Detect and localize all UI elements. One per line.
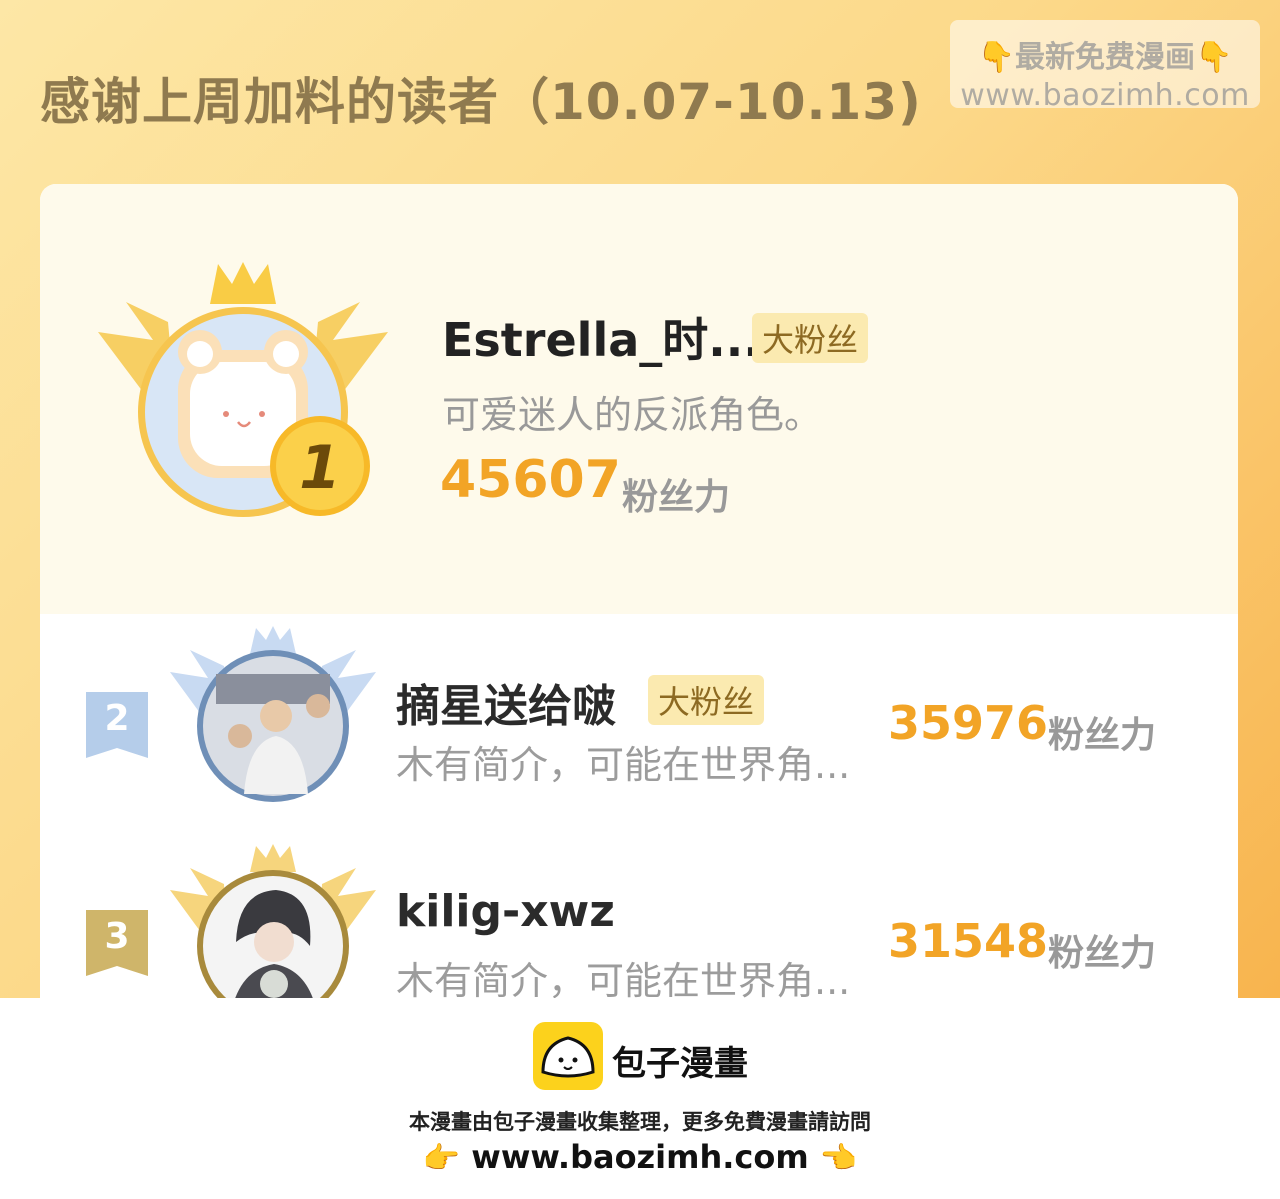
pointing-left-icon: 👈 [819, 1141, 858, 1176]
leaderboard-card: 1 Estrella_时... 大粉丝 可爱迷人的反派角色。 45607 粉丝力… [40, 184, 1238, 998]
pointing-down-icon: 👇 [977, 40, 1015, 75]
footer-notice: 本漫畫由包子漫畫收集整理，更多免費漫畫請訪問 [409, 1110, 871, 1134]
rank-3-name[interactable]: kilig-xwz [396, 886, 615, 937]
pointing-right-icon: 👉 [422, 1141, 461, 1176]
crown-icon [250, 844, 296, 872]
score-unit: 粉丝力 [622, 477, 731, 518]
score-unit: 粉丝力 [1048, 933, 1157, 974]
watermark-text: 最新免费漫画 [1015, 40, 1195, 75]
rank-1-number: 1 [299, 433, 341, 503]
rank-3-ribbon: 3 [86, 910, 148, 976]
rank-2-number: 2 [104, 698, 130, 739]
footer: 包子漫畫 本漫畫由包子漫畫收集整理，更多免費漫畫請訪問 👉 www.baozim… [0, 998, 1280, 1199]
rank-2-avatar[interactable] [168, 624, 378, 804]
baozi-logo-icon[interactable] [533, 1022, 603, 1090]
header-banner: 感谢上周加料的读者（10.07-10.13) 👇最新免费漫画👇 www.baoz… [0, 0, 1280, 998]
page-title: 感谢上周加料的读者（10.07-10.13) [40, 73, 922, 131]
rank-2-score: 35976 [888, 696, 1049, 750]
crown-icon [210, 262, 276, 304]
watermark-url: www.baozimh.com [960, 78, 1250, 113]
rank-3-score: 31548 [888, 914, 1049, 968]
rank-1-score: 45607 [440, 450, 621, 510]
watermark: 👇最新免费漫画👇 www.baozimh.com [950, 20, 1260, 113]
rank-1-panel: 1 Estrella_时... 大粉丝 可爱迷人的反派角色。 45607 粉丝力 [40, 184, 1238, 614]
fan-level-badge: 大粉丝 [648, 675, 765, 725]
brand-name: 包子漫畫 [612, 1044, 748, 1084]
rank-2-name[interactable]: 摘星送给啵 [396, 670, 616, 734]
rank-3-bio: 木有简介，可能在世界角... [396, 959, 851, 998]
rank-2-bio: 木有简介，可能在世界角... [396, 743, 851, 787]
fan-level-badge: 大粉丝 [752, 313, 869, 363]
rank-3-number: 3 [104, 916, 130, 957]
pointing-down-icon: 👇 [1195, 40, 1233, 75]
rank-2-ribbon: 2 [86, 692, 148, 758]
rank-3-avatar[interactable] [168, 842, 378, 998]
rank-1-avatar-badge[interactable]: 1 [98, 262, 388, 532]
footer-url-line: 👉 www.baozimh.com 👈 [0, 1138, 1280, 1176]
footer-url-link[interactable]: www.baozimh.com [471, 1138, 808, 1176]
rank-1-name[interactable]: Estrella_时... [442, 304, 761, 370]
rank-1-bio: 可爱迷人的反派角色。 [442, 393, 823, 437]
score-unit: 粉丝力 [1048, 715, 1157, 756]
crown-icon [250, 626, 296, 654]
